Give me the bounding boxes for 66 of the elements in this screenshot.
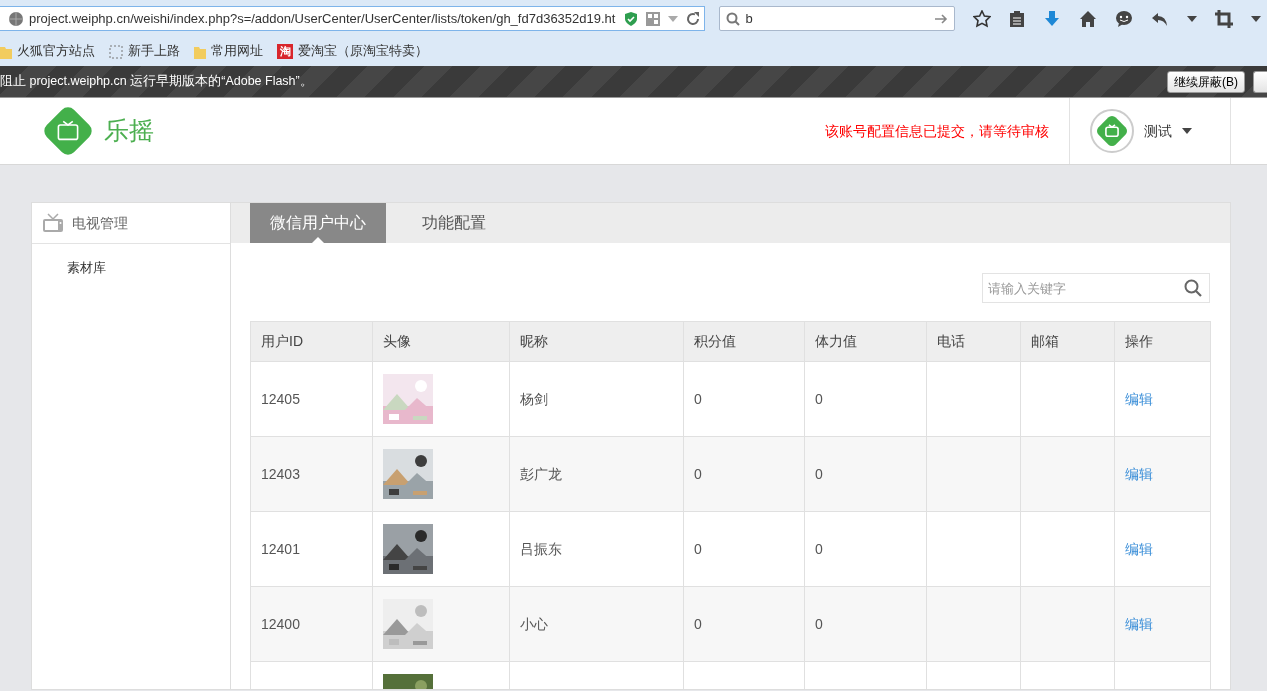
url-text: project.weiphp.cn/weishi/index.php?s=/addon/UserCenter/UserCenter/lists/token/gh_fd7d36352d19.ht [29, 9, 616, 28]
sidebar-item[interactable]: 素材库 [67, 260, 106, 275]
points-value: 0 [694, 465, 702, 482]
search-text: b [745, 9, 753, 28]
dropdown-icon[interactable] [1251, 14, 1261, 23]
clipboard-icon[interactable] [1009, 9, 1025, 28]
user-id: 12400 [261, 615, 300, 632]
status-notice: 该账号配置信息已提交，请等待审核 [825, 121, 1049, 141]
edit-link[interactable]: 编辑 [1125, 390, 1153, 407]
column-header: 用户ID [250, 321, 373, 362]
edit-link[interactable]: 编辑 [1125, 540, 1153, 557]
search-icon[interactable] [1184, 279, 1202, 297]
reload-icon[interactable] [685, 11, 700, 26]
crop-icon[interactable] [1215, 9, 1233, 28]
shield-icon [623, 10, 638, 27]
points-value: 0 [694, 615, 702, 632]
star-icon[interactable] [973, 9, 991, 28]
address-bar[interactable]: project.weiphp.cn/weishi/index.php?s=/addon/UserCenter/UserCenter/lists/token/gh_fd7d36352d19.ht [0, 6, 705, 31]
tab[interactable]: 功能配置 [386, 203, 521, 243]
search-field[interactable]: b [718, 6, 955, 31]
bookmark-link[interactable]: 新手上路 [109, 42, 180, 61]
points-value: 0 [694, 540, 702, 557]
dropdown-icon[interactable] [1187, 14, 1197, 23]
tab[interactable]: 微信用户中心 [250, 203, 386, 243]
arrow-right-icon[interactable] [934, 13, 948, 26]
folder-icon [0, 44, 12, 59]
block-button[interactable]: 继续屏蔽(B) [1167, 70, 1245, 93]
column-header: 体力值 [804, 321, 927, 362]
notification-text: 阻止 project.weiphp.cn 运行早期版本的“Adobe Flash”。 [0, 73, 313, 91]
logo-text: 乐摇 [104, 115, 154, 147]
column-header: 操作 [1114, 321, 1211, 362]
bookmark-link[interactable]: 火狐官方站点 [0, 42, 95, 61]
chat-icon[interactable] [1115, 9, 1133, 28]
column-header: 电话 [926, 321, 1021, 362]
column-header: 昵称 [509, 321, 684, 362]
search-field[interactable]: 请输入关键字 [982, 273, 1210, 303]
download-icon[interactable] [1043, 9, 1061, 28]
nickname: 吕振东 [520, 540, 562, 557]
user-menu[interactable]: 测试 [1069, 98, 1231, 164]
section-title: 电视管理 [72, 213, 128, 233]
bookmark-link[interactable]: 常用网址 [194, 42, 263, 61]
user-id: 12403 [261, 465, 300, 482]
column-header: 邮箱 [1020, 321, 1115, 362]
tv-icon [42, 213, 64, 233]
caret-icon [1182, 128, 1192, 134]
bookmark-link[interactable]: 淘 爱淘宝（原淘宝特卖） [277, 42, 428, 61]
column-header: 积分值 [683, 321, 805, 362]
globe-icon [8, 10, 24, 27]
points-value: 0 [694, 390, 702, 407]
page-icon [109, 44, 123, 59]
stamina-value: 0 [815, 390, 823, 407]
button[interactable] [1253, 70, 1267, 93]
nickname: 小心 [520, 615, 548, 632]
nickname: 杨剑 [520, 390, 548, 407]
nickname: 彭广龙 [520, 465, 562, 482]
search-icon [725, 11, 740, 26]
stamina-value: 0 [815, 615, 823, 632]
column-header: 头像 [372, 321, 510, 362]
home-icon[interactable] [1079, 9, 1097, 28]
folder-icon [194, 44, 206, 59]
qr-code-icon[interactable] [645, 11, 660, 26]
tag-icon: 淘 [277, 44, 293, 59]
stamina-value: 0 [815, 540, 823, 557]
user-id: 12405 [261, 390, 300, 407]
stamina-value: 0 [815, 465, 823, 482]
user-id: 12401 [261, 540, 300, 557]
